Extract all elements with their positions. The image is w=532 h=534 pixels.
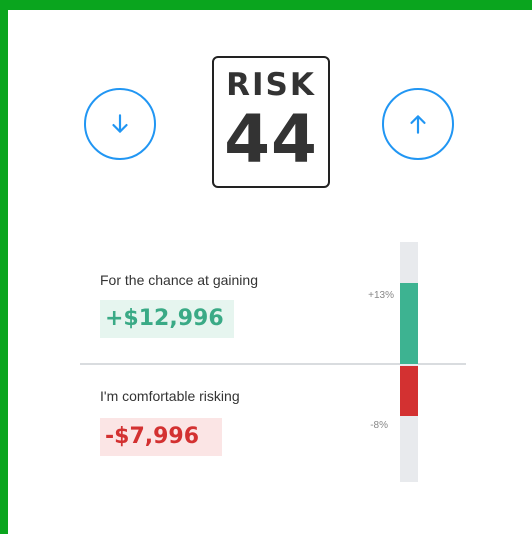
risk-label: RISK — [226, 67, 316, 103]
risk-card: RISK 44 For the chance at gaining +$12,9… — [8, 10, 532, 534]
risk-track — [400, 242, 418, 482]
decrease-risk-button[interactable] — [84, 88, 156, 160]
loss-caption: I'm comfortable risking — [100, 388, 240, 404]
gain-percent-label: +13% — [368, 290, 394, 301]
arrow-up-icon — [410, 115, 426, 134]
gain-bar — [400, 283, 418, 364]
arrow-down-icon — [112, 114, 128, 133]
risk-level-display: RISK 44 — [212, 56, 330, 188]
loss-amount: -$7,996 — [100, 418, 222, 456]
risk-value: 44 — [224, 101, 318, 178]
increase-risk-button[interactable] — [382, 88, 454, 160]
gain-amount: +$12,996 — [100, 300, 234, 338]
loss-bar — [400, 366, 418, 416]
loss-percent-label: -8% — [370, 420, 388, 431]
gain-caption: For the chance at gaining — [100, 272, 258, 288]
